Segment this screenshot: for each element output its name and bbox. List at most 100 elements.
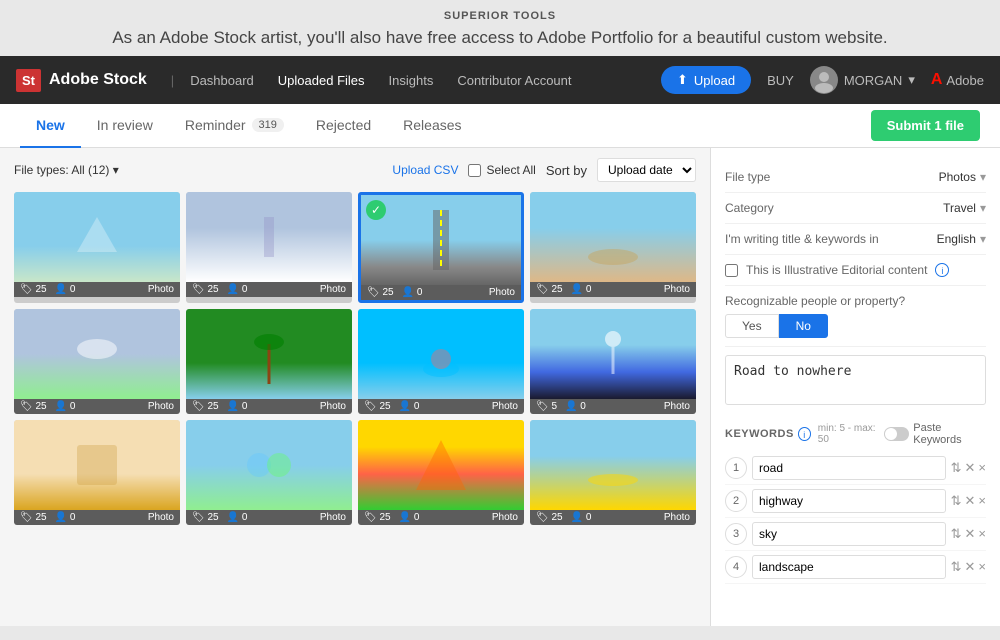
people-count: 👤 0 xyxy=(55,401,76,412)
image-thumbnail xyxy=(186,309,352,399)
upload-button[interactable]: ⬆ Upload xyxy=(661,66,751,94)
keyword-delete-icon[interactable]: × xyxy=(978,559,986,575)
image-cell[interactable]: 🏷 25 👤 0 Photo xyxy=(186,309,352,414)
keyword-input-4[interactable] xyxy=(752,555,946,579)
tab-releases[interactable]: Releases xyxy=(387,104,477,148)
select-all-checkbox[interactable] xyxy=(468,164,481,177)
image-cell[interactable]: 🏷 25 👤 0 Photo xyxy=(358,309,524,414)
keyword-input-3[interactable] xyxy=(752,522,946,546)
language-value[interactable]: English ▾ xyxy=(937,232,986,246)
buy-link[interactable]: BUY xyxy=(767,73,794,88)
tab-new[interactable]: New xyxy=(20,104,81,148)
nav-insights[interactable]: Insights xyxy=(389,73,434,88)
keywords-header: KEYWORDS i min: 5 - max: 50 Paste Keywor… xyxy=(725,422,986,446)
keyword-num: 2 xyxy=(725,490,747,512)
file-type-row: File type Photos ▾ xyxy=(725,162,986,193)
nav-contributor-account[interactable]: Contributor Account xyxy=(457,73,571,88)
keyword-reorder-icon[interactable]: ⇅ xyxy=(951,559,962,575)
keyword-reorder-icon[interactable]: ⇅ xyxy=(951,493,962,509)
image-info: 🏷 25 👤 0 Photo xyxy=(14,510,180,525)
image-cell[interactable]: 🏷 25 👤 0 Photo xyxy=(358,420,524,525)
keyword-delete-icon[interactable]: × xyxy=(978,460,986,476)
keyword-delete-icon[interactable]: × xyxy=(978,493,986,509)
image-cell[interactable]: 🏷 25 👤 0 Photo xyxy=(530,420,696,525)
no-button[interactable]: No xyxy=(779,314,828,338)
editorial-label: This is Illustrative Editorial content xyxy=(746,263,927,277)
image-cell[interactable]: 🏷 25 👤 0 Photo xyxy=(530,192,696,303)
keyword-edit-icon[interactable]: ✕ xyxy=(965,526,976,542)
image-thumbnail xyxy=(186,192,352,282)
tag-count: 🏷 25 xyxy=(20,401,47,412)
user-avatar xyxy=(810,66,838,94)
user-area[interactable]: MORGAN ▾ xyxy=(810,66,915,94)
yes-button[interactable]: Yes xyxy=(725,314,779,338)
recognizable-label: Recognizable people or property? xyxy=(725,294,986,308)
keyword-input-1[interactable] xyxy=(752,456,946,480)
toggle-knob xyxy=(885,428,897,440)
image-cell[interactable]: 🏷 5 👤 0 Photo xyxy=(530,309,696,414)
keyword-edit-icon[interactable]: ✕ xyxy=(965,493,976,509)
keyword-reorder-icon[interactable]: ⇅ xyxy=(951,526,962,542)
nav-dashboard[interactable]: Dashboard xyxy=(190,73,254,88)
select-all[interactable]: Select All xyxy=(468,163,535,177)
image-cell-selected[interactable]: ✓ 🏷 25 👤 0 Photo xyxy=(358,192,524,303)
keyword-edit-icon[interactable]: ✕ xyxy=(965,460,976,476)
keyword-num: 1 xyxy=(725,457,747,479)
submit-button[interactable]: Submit 1 file xyxy=(871,110,980,141)
image-cell[interactable]: 🏷 25 👤 0 Photo xyxy=(14,309,180,414)
image-cell[interactable]: 🏷 25 👤 0 Photo xyxy=(14,192,180,303)
nav-uploaded-files[interactable]: Uploaded Files xyxy=(278,73,365,88)
people-count: 👤 0 xyxy=(227,284,248,295)
image-thumbnail xyxy=(358,420,524,510)
image-cell[interactable]: 🏷 25 👤 0 Photo xyxy=(186,420,352,525)
language-label: I'm writing title & keywords in xyxy=(725,232,879,246)
reminder-badge: 319 xyxy=(252,118,284,132)
keyword-icons: ⇅ ✕ × xyxy=(951,559,986,575)
sort-select[interactable]: Upload date Title Status xyxy=(597,158,696,182)
people-count: 👤 0 xyxy=(402,287,423,298)
keyword-row: 2 ⇅ ✕ × xyxy=(725,485,986,518)
image-info: 🏷 25 👤 0 Photo xyxy=(530,282,696,297)
image-type: Photo xyxy=(664,512,690,523)
logo-box: St xyxy=(16,69,41,92)
image-thumbnail xyxy=(530,192,696,282)
select-all-label: Select All xyxy=(486,163,535,177)
upload-csv-link[interactable]: Upload CSV xyxy=(392,163,458,177)
people-count: 👤 0 xyxy=(565,401,586,412)
paste-toggle-switch[interactable] xyxy=(884,427,910,441)
check-badge: ✓ xyxy=(366,200,386,220)
tabs-row: New In review Reminder 319 Rejected Rele… xyxy=(0,104,1000,148)
sort-by-label: Sort by xyxy=(546,163,587,178)
keyword-delete-icon[interactable]: × xyxy=(978,526,986,542)
tab-rejected[interactable]: Rejected xyxy=(300,104,387,148)
people-count: 👤 0 xyxy=(227,512,248,523)
title-input[interactable]: Road to nowhere xyxy=(725,355,986,405)
people-count: 👤 0 xyxy=(571,284,592,295)
user-chevron-icon: ▾ xyxy=(908,72,915,88)
tag-count: 🏷 25 xyxy=(20,284,47,295)
file-types-dropdown[interactable]: File types: All (12) ▾ xyxy=(14,163,119,177)
tag-count: 🏷 25 xyxy=(536,284,563,295)
keyword-input-2[interactable] xyxy=(752,489,946,513)
image-info: 🏷 25 👤 0 Photo xyxy=(358,399,524,414)
paste-keywords-label: Paste Keywords xyxy=(913,422,986,446)
editorial-info-icon[interactable]: i xyxy=(935,263,949,277)
image-thumbnail xyxy=(14,309,180,399)
editorial-checkbox[interactable] xyxy=(725,264,738,277)
image-cell[interactable]: 🏷 25 👤 0 Photo xyxy=(186,192,352,303)
people-count: 👤 0 xyxy=(571,512,592,523)
image-cell[interactable]: 🏷 25 👤 0 Photo xyxy=(14,420,180,525)
people-count: 👤 0 xyxy=(399,512,420,523)
tab-in-review[interactable]: In review xyxy=(81,104,169,148)
image-type: Photo xyxy=(664,284,690,295)
image-info: 🏷 25 👤 0 Photo xyxy=(14,399,180,414)
keyword-row: 4 ⇅ ✕ × xyxy=(725,551,986,584)
keywords-info-icon[interactable]: i xyxy=(798,427,811,441)
tag-count: 🏷 25 xyxy=(192,512,219,523)
keyword-edit-icon[interactable]: ✕ xyxy=(965,559,976,575)
keyword-icons: ⇅ ✕ × xyxy=(951,526,986,542)
keyword-reorder-icon[interactable]: ⇅ xyxy=(951,460,962,476)
category-value[interactable]: Travel ▾ xyxy=(943,201,986,215)
file-type-value[interactable]: Photos ▾ xyxy=(939,170,986,184)
tab-reminder[interactable]: Reminder 319 xyxy=(169,104,300,148)
